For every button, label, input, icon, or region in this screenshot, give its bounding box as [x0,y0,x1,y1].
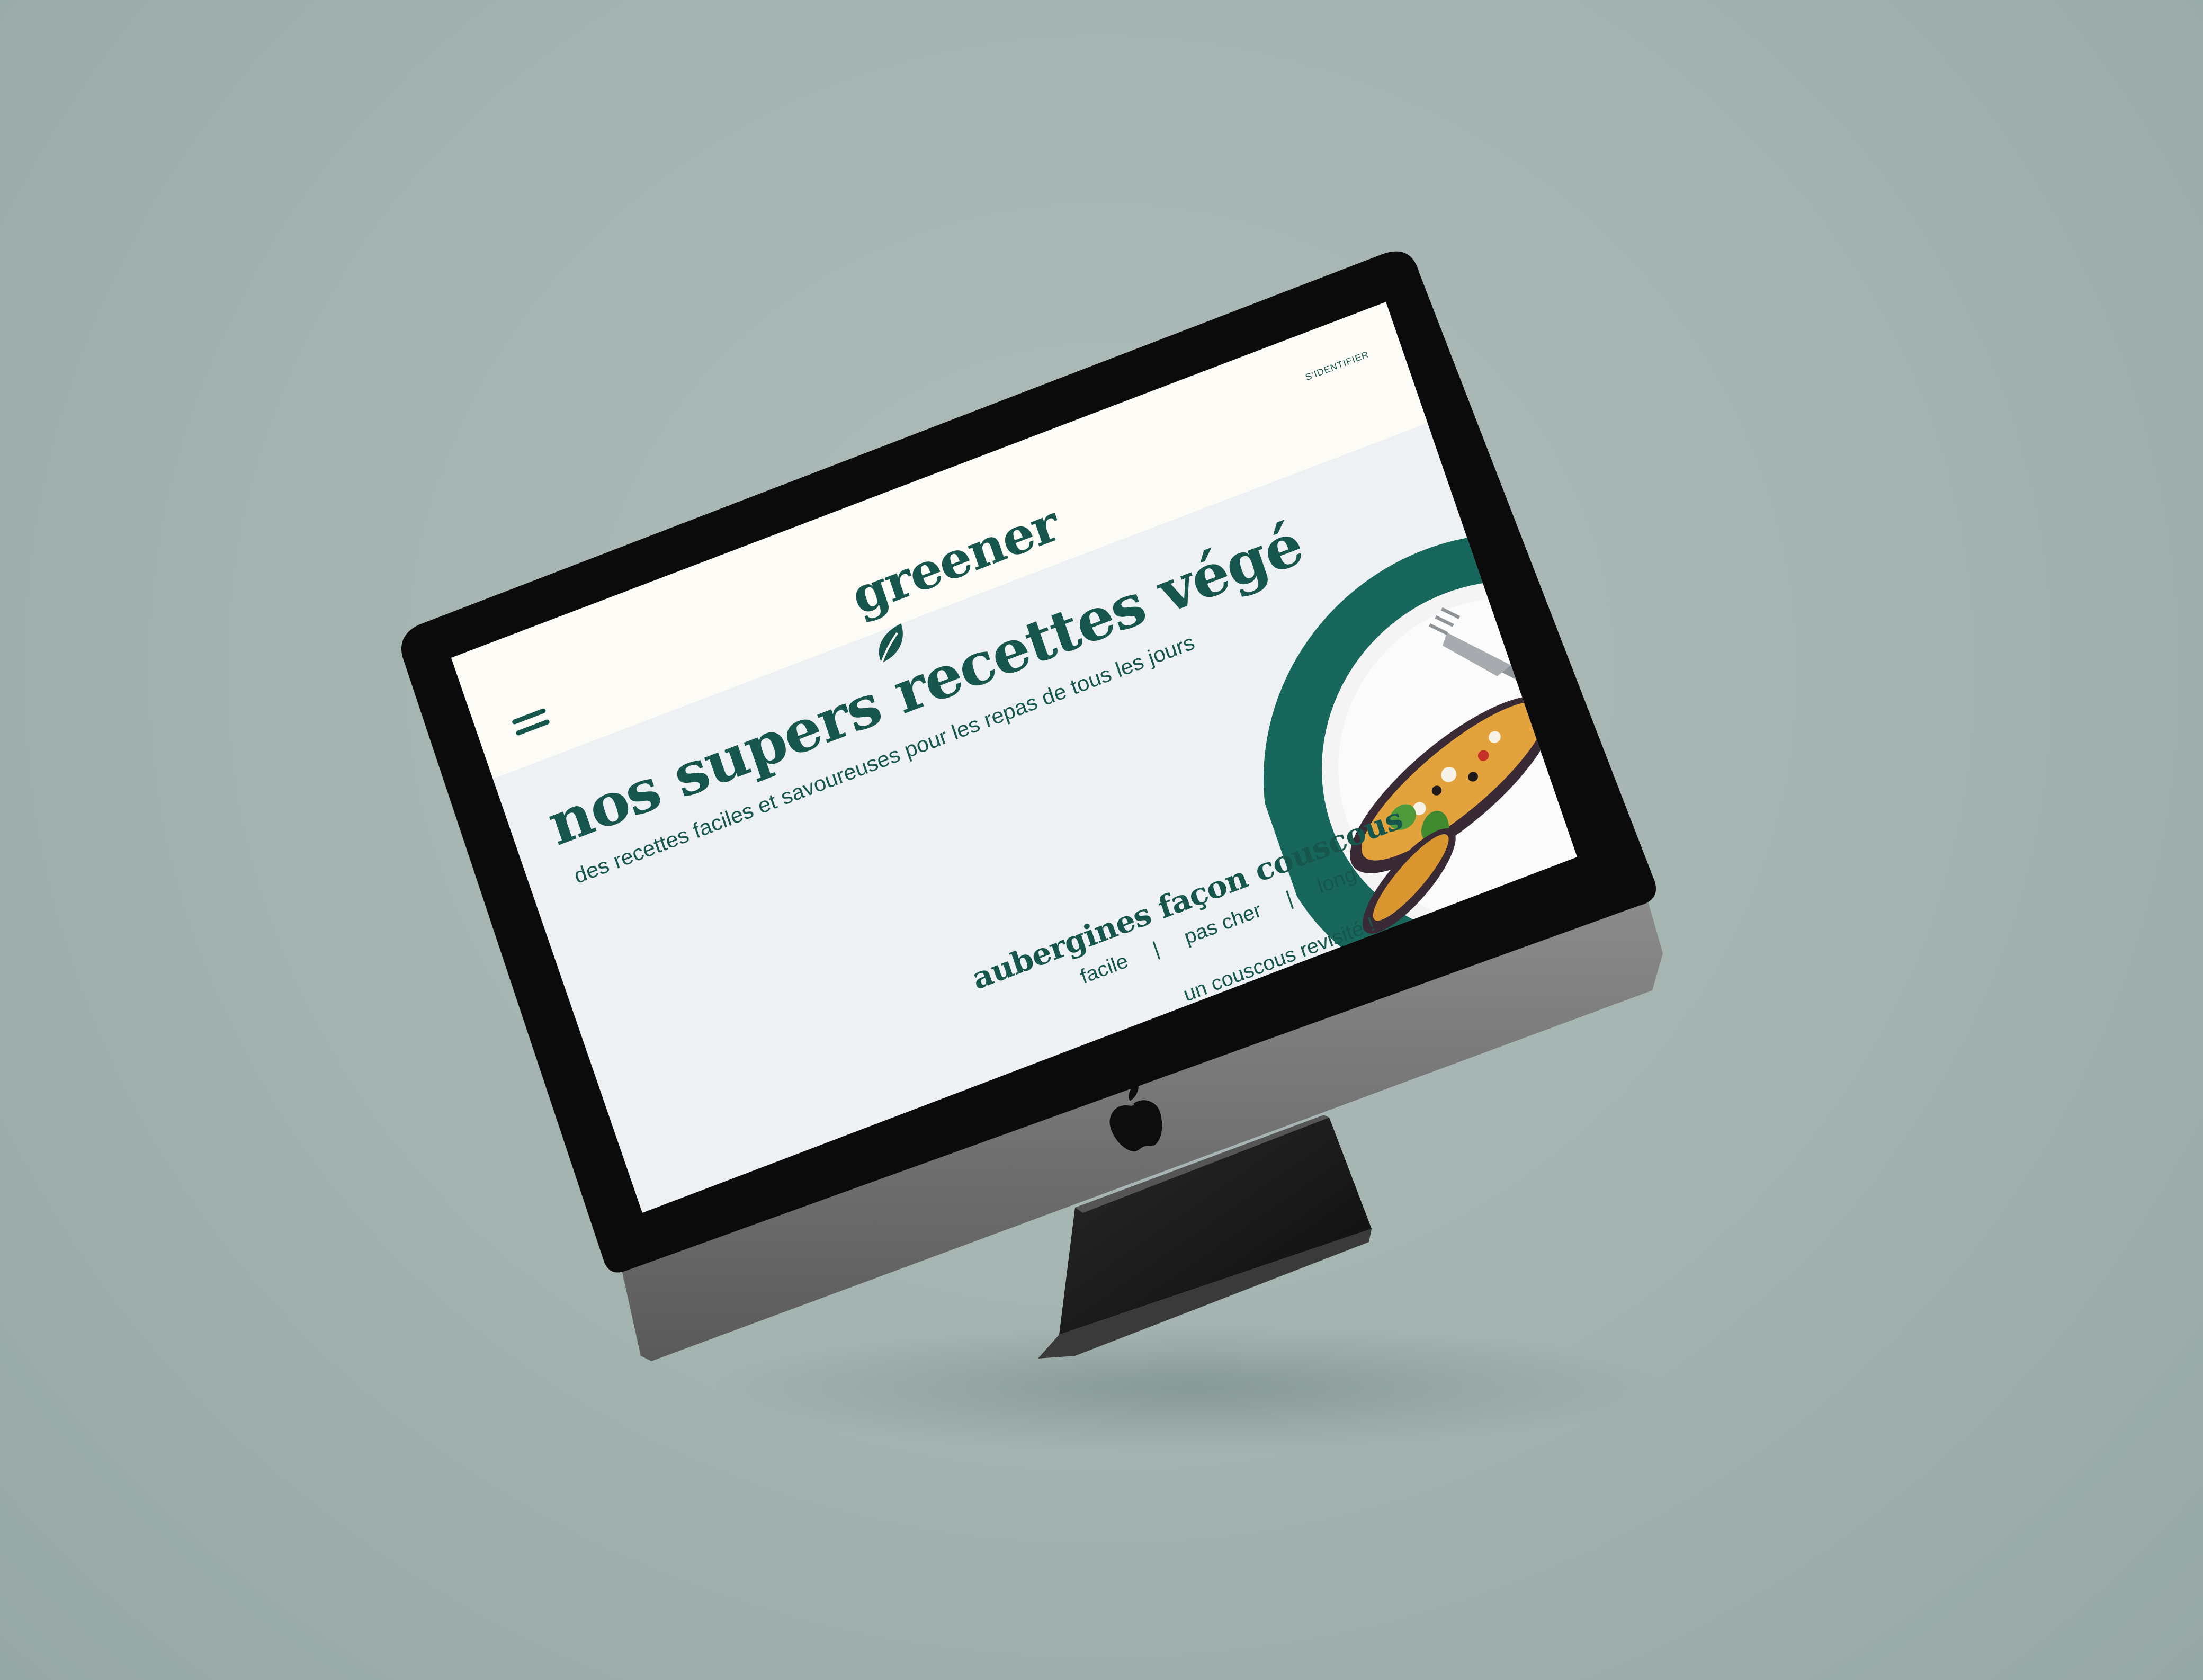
tag-separator: | [1283,887,1296,910]
floor-shadow [715,1324,1668,1451]
mockup-scene: greener S'IDENTIFIER nos supers recettes… [0,0,2203,1680]
logo-text: greener [844,494,1066,626]
tag-separator: | [1150,937,1162,961]
hamburger-icon[interactable] [511,708,552,740]
site-logo[interactable]: greener [844,494,1065,664]
login-link[interactable]: S'IDENTIFIER [1304,349,1370,383]
